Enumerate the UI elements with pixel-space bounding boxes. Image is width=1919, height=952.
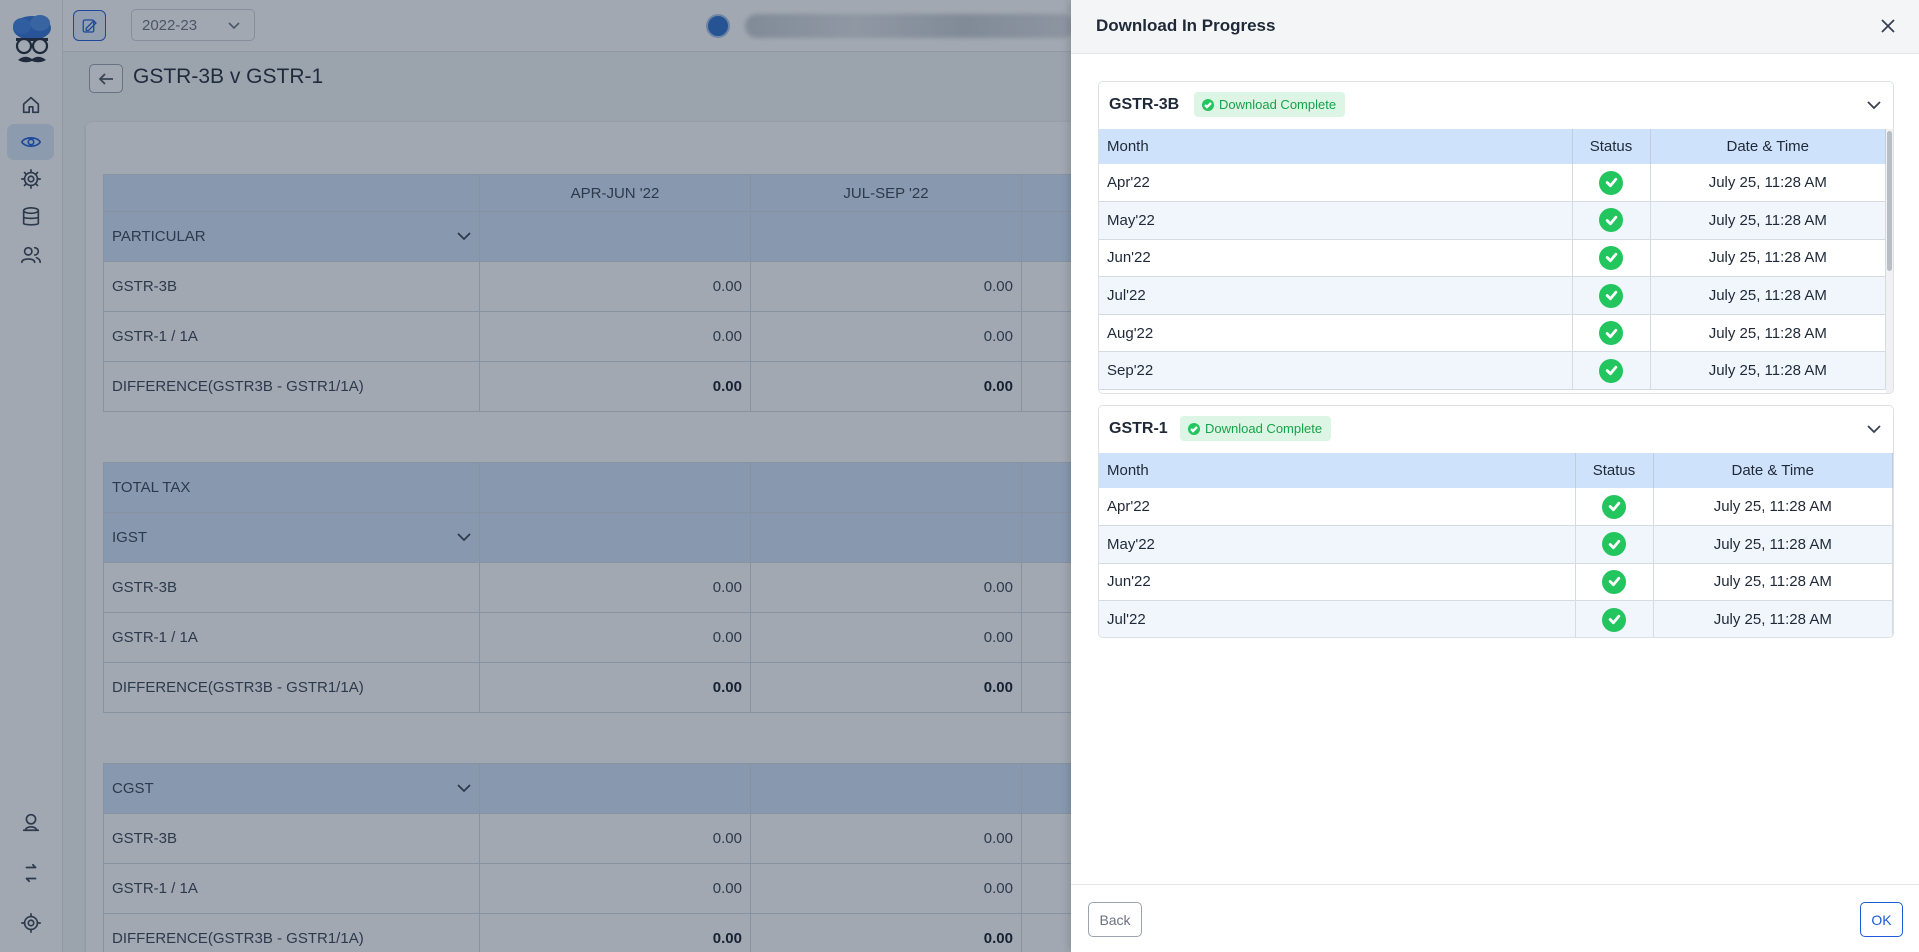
month-cell: Apr'22 [1099, 164, 1573, 203]
panel-header[interactable]: GSTR-3B Download Complete [1099, 82, 1893, 129]
datetime-cell: July 25, 11:28 AM [1653, 563, 1893, 602]
status-badge: Download Complete [1194, 92, 1346, 117]
datetime-cell: July 25, 11:28 AM [1650, 239, 1886, 278]
month-cell: May'22 [1099, 201, 1573, 240]
table-row: May'22 July 25, 11:28 AM [1099, 525, 1893, 564]
column-header-status: Status [1572, 129, 1651, 164]
check-circle-icon [1599, 283, 1623, 308]
ok-button[interactable]: OK [1860, 902, 1903, 937]
back-button[interactable]: Back [1088, 902, 1142, 937]
column-header-status: Status [1575, 453, 1654, 488]
gstr-3b-table-scroll[interactable]: Month Status Date & Time Apr'22 July 25,… [1099, 129, 1893, 393]
check-circle-icon [1602, 569, 1626, 594]
table-row: Sep'22 July 25, 11:28 AM [1099, 351, 1886, 391]
column-header-datetime: Date & Time [1650, 129, 1886, 164]
gstr-1-panel: GSTR-1 Download Complete Month Status Da… [1098, 405, 1894, 638]
status-badge-label: Download Complete [1205, 421, 1323, 436]
check-circle-icon [1599, 208, 1623, 233]
table-row: Apr'22 July 25, 11:28 AM [1099, 488, 1893, 527]
datetime-cell: July 25, 11:28 AM [1650, 351, 1886, 391]
panel-name: GSTR-1 [1109, 420, 1168, 437]
check-circle-icon [1599, 170, 1623, 195]
month-cell: Jun'22 [1099, 563, 1576, 602]
datetime-cell: July 25, 11:28 AM [1650, 164, 1886, 203]
table-row: Jun'22 July 25, 11:28 AM [1099, 563, 1893, 602]
table-row: Jul'22 July 25, 11:28 AM [1099, 276, 1886, 315]
close-icon [1881, 19, 1895, 33]
check-circle-icon [1602, 494, 1626, 519]
month-cell: Sep'22 [1099, 351, 1573, 391]
table-row: Aug'22 July 25, 11:28 AM [1099, 314, 1886, 353]
datetime-cell: July 25, 11:28 AM [1650, 201, 1886, 240]
gstr-3b-panel: GSTR-3B Download Complete Month Status D… [1098, 81, 1894, 394]
check-circle-icon [1602, 532, 1626, 557]
table-row: Apr'22 July 25, 11:28 AM [1099, 164, 1886, 203]
check-circle-icon [1599, 245, 1623, 270]
table-row: Jun'22 July 25, 11:28 AM [1099, 239, 1886, 278]
chevron-down-icon[interactable] [1867, 424, 1881, 434]
scrollbar-thumb[interactable] [1887, 131, 1892, 271]
month-cell: Aug'22 [1099, 314, 1573, 353]
datetime-cell: July 25, 11:28 AM [1650, 276, 1886, 315]
panel-name: GSTR-3B [1109, 96, 1180, 113]
download-drawer: Download In Progress GSTR-3B Download Co… [1071, 0, 1919, 952]
panel-header[interactable]: GSTR-1 Download Complete [1099, 406, 1893, 453]
datetime-cell: July 25, 11:28 AM [1650, 314, 1886, 353]
check-circle-icon [1599, 358, 1623, 383]
month-cell: Jul'22 [1099, 600, 1576, 637]
modal-backdrop[interactable] [0, 0, 1071, 952]
table-row: Jul'22 July 25, 11:28 AM [1099, 600, 1893, 637]
month-cell: Apr'22 [1099, 488, 1576, 527]
status-badge: Download Complete [1180, 416, 1332, 441]
column-header-month: Month [1099, 129, 1573, 164]
column-header-month: Month [1099, 453, 1576, 488]
column-header-datetime: Date & Time [1653, 453, 1893, 488]
status-badge-label: Download Complete [1219, 97, 1337, 112]
check-circle-icon [1599, 321, 1623, 346]
scrollbar[interactable] [1886, 129, 1893, 393]
check-circle-icon [1202, 98, 1214, 111]
table-row: May'22 July 25, 11:28 AM [1099, 201, 1886, 240]
chevron-down-icon[interactable] [1867, 100, 1881, 110]
month-cell: May'22 [1099, 525, 1576, 564]
check-circle-icon [1602, 607, 1626, 632]
datetime-cell: July 25, 11:28 AM [1653, 600, 1893, 637]
gstr-1-status-table: Month Status Date & Time Apr'22 July 25,… [1099, 453, 1893, 637]
gstr-1-table-wrap: Month Status Date & Time Apr'22 July 25,… [1099, 453, 1893, 637]
check-circle-icon [1188, 422, 1200, 435]
month-cell: Jul'22 [1099, 276, 1573, 315]
gstr-3b-status-table: Month Status Date & Time Apr'22 July 25,… [1099, 129, 1886, 391]
month-cell: Jun'22 [1099, 239, 1573, 278]
drawer-footer: Back OK [1071, 884, 1919, 952]
drawer-header: Download In Progress [1071, 0, 1919, 54]
datetime-cell: July 25, 11:28 AM [1653, 488, 1893, 527]
drawer-title: Download In Progress [1096, 16, 1276, 35]
datetime-cell: July 25, 11:28 AM [1653, 525, 1893, 564]
close-button[interactable] [1879, 17, 1897, 35]
